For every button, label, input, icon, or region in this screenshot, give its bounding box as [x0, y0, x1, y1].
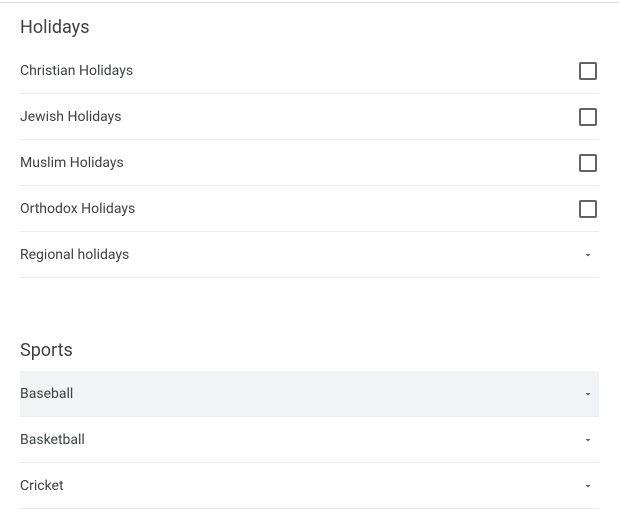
checkbox[interactable]	[579, 200, 597, 218]
holiday-row-orthodox[interactable]: Orthodox Holidays	[20, 186, 599, 232]
holiday-label: Orthodox Holidays	[20, 201, 135, 217]
holiday-label: Muslim Holidays	[20, 155, 124, 171]
chevron-down-icon	[579, 431, 597, 449]
sport-row-baseball[interactable]: Baseball	[20, 371, 599, 417]
checkbox[interactable]	[579, 62, 597, 80]
section-title-holidays: Holidays	[20, 3, 599, 48]
holiday-label: Regional holidays	[20, 247, 129, 263]
sports-section: Sports Baseball Basketball Cricket	[0, 326, 619, 509]
sport-label: Cricket	[20, 478, 64, 494]
sport-label: Basketball	[20, 432, 85, 448]
chevron-down-icon	[579, 477, 597, 495]
chevron-down-icon	[579, 385, 597, 403]
sport-row-basketball[interactable]: Basketball	[20, 417, 599, 463]
section-gap	[0, 278, 619, 326]
checkbox[interactable]	[579, 108, 597, 126]
sport-label: Baseball	[20, 386, 73, 402]
holiday-row-muslim[interactable]: Muslim Holidays	[20, 140, 599, 186]
checkbox[interactable]	[579, 154, 597, 172]
holiday-label: Christian Holidays	[20, 63, 133, 79]
holiday-row-jewish[interactable]: Jewish Holidays	[20, 94, 599, 140]
holiday-label: Jewish Holidays	[20, 109, 122, 125]
section-title-sports: Sports	[20, 326, 599, 371]
chevron-down-icon	[579, 246, 597, 264]
holiday-row-regional[interactable]: Regional holidays	[20, 232, 599, 278]
sport-row-cricket[interactable]: Cricket	[20, 463, 599, 509]
holidays-section: Holidays Christian Holidays Jewish Holid…	[0, 3, 619, 278]
holiday-row-christian[interactable]: Christian Holidays	[20, 48, 599, 94]
